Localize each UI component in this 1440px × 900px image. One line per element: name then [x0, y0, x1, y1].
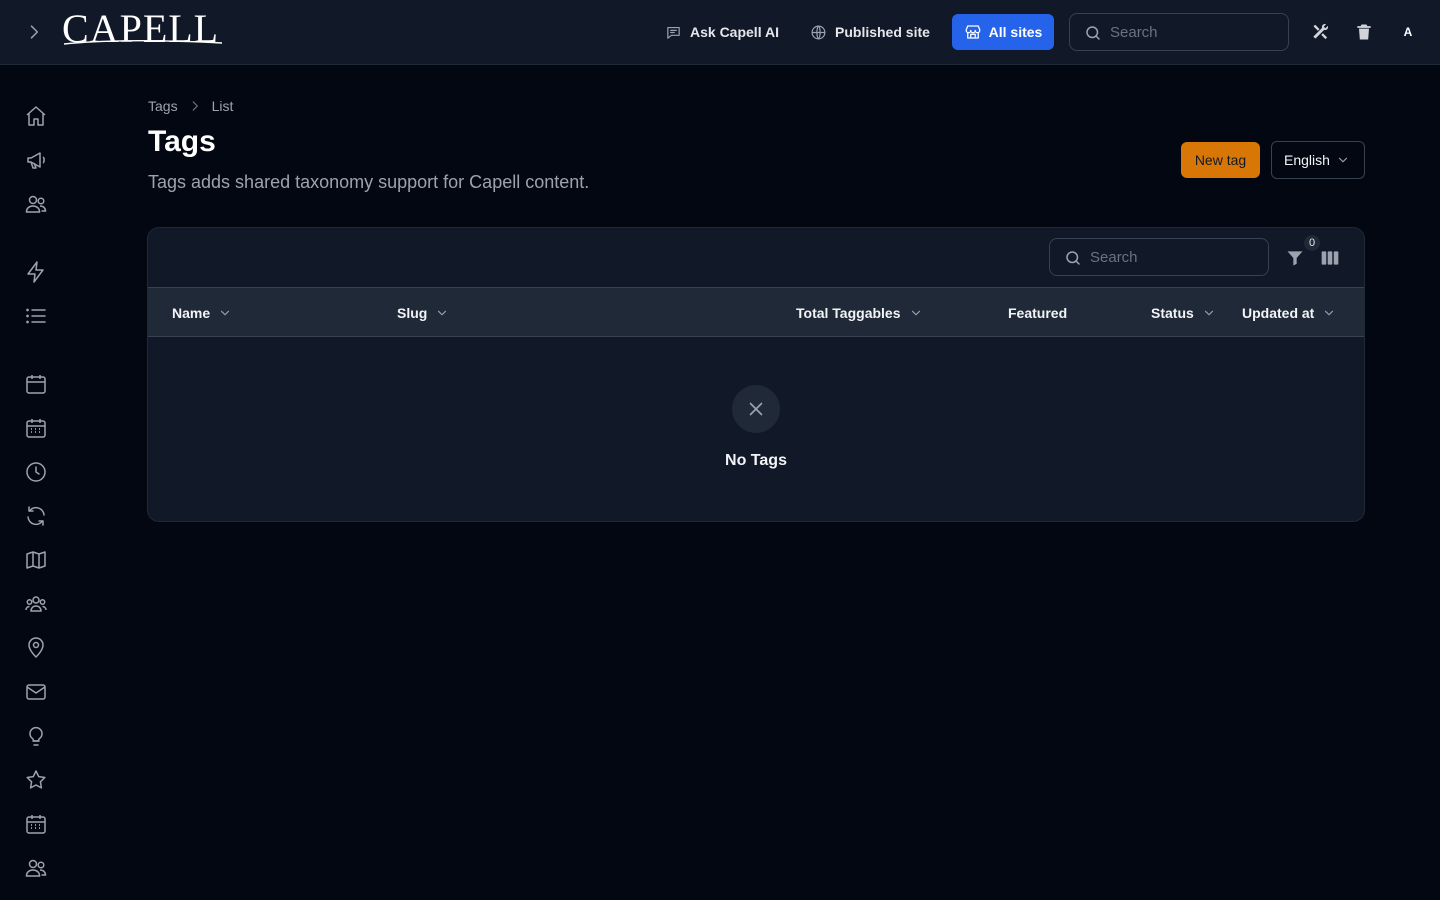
close-icon — [749, 402, 763, 416]
column-header-label: Updated at — [1242, 305, 1315, 321]
table-header: Name Slug Total Taggables Featured Statu… — [148, 287, 1364, 337]
chevron-down-icon — [911, 310, 920, 316]
megaphone-icon[interactable] — [24, 148, 48, 172]
new-tag-button[interactable]: New tag — [1181, 142, 1260, 178]
empty-state-icon — [732, 385, 780, 433]
map-pin-icon[interactable] — [24, 636, 48, 660]
clock-icon[interactable] — [24, 460, 48, 484]
tools-icon[interactable] — [1310, 22, 1330, 42]
avatar[interactable]: A — [1396, 20, 1420, 44]
ask-ai-link[interactable]: Ask Capell AI — [665, 20, 779, 44]
expand-sidebar-icon[interactable] — [24, 22, 44, 42]
column-header-label: Name — [172, 305, 211, 321]
top-bar: CAPELL Ask Capell AI Published site All … — [0, 0, 1440, 65]
table-search[interactable] — [1049, 238, 1269, 276]
column-header-slug[interactable]: Slug — [397, 304, 449, 322]
breadcrumb-item-tags[interactable]: Tags — [148, 98, 178, 114]
map-icon[interactable] — [24, 548, 48, 572]
chevron-down-icon — [1338, 157, 1348, 163]
language-select[interactable]: English — [1271, 141, 1365, 179]
column-header-status[interactable]: Status — [1151, 304, 1216, 322]
filter-icon[interactable] — [1285, 248, 1305, 268]
column-header-label: Slug — [397, 305, 428, 321]
column-header-name[interactable]: Name — [172, 304, 232, 322]
column-header-featured: Featured — [1008, 304, 1067, 322]
list-icon[interactable] — [24, 304, 48, 328]
global-search[interactable] — [1069, 13, 1289, 51]
calendar-icon[interactable] — [24, 372, 48, 396]
bolt-icon[interactable] — [24, 260, 48, 284]
refresh-icon[interactable] — [24, 504, 48, 528]
columns-icon[interactable] — [1320, 248, 1340, 268]
chevron-right-icon — [192, 101, 198, 111]
filter-count-badge: 0 — [1304, 235, 1320, 251]
breadcrumb-item-list: List — [211, 98, 234, 114]
users-icon[interactable] — [24, 856, 48, 880]
sidebar — [0, 65, 72, 900]
empty-state-text: No Tags — [725, 452, 787, 469]
published-site-link[interactable]: Published site — [810, 20, 930, 44]
users-icon[interactable] — [24, 192, 48, 216]
all-sites-label: All sites — [988, 24, 1043, 40]
breadcrumb: Tags List — [148, 97, 233, 115]
column-header-label: Status — [1151, 305, 1194, 321]
user-group-icon[interactable] — [24, 592, 48, 616]
star-icon[interactable] — [24, 768, 48, 792]
globe-icon — [811, 25, 826, 39]
chevron-down-icon — [1325, 310, 1334, 316]
building-storefront-icon — [965, 25, 981, 39]
global-search-input[interactable] — [1110, 14, 1280, 50]
column-header-label: Total Taggables — [796, 305, 901, 321]
calendar-days-icon[interactable] — [24, 812, 48, 836]
calendar-days-icon[interactable] — [24, 416, 48, 440]
search-icon — [1086, 26, 1100, 40]
search-icon — [1066, 251, 1080, 265]
ask-ai-label: Ask Capell AI — [690, 24, 779, 40]
page-description: Tags adds shared taxonomy support for Ca… — [148, 172, 590, 192]
chevron-down-icon — [221, 310, 230, 316]
table-search-input[interactable] — [1090, 239, 1260, 275]
page-title: Tags — [148, 125, 216, 158]
chevron-down-icon — [1204, 310, 1213, 316]
light-bulb-icon[interactable] — [24, 724, 48, 748]
column-header-updated-at[interactable]: Updated at — [1242, 304, 1336, 322]
home-icon[interactable] — [24, 104, 48, 128]
language-select-value: English — [1284, 152, 1330, 168]
column-header-total-taggables[interactable]: Total Taggables — [796, 304, 923, 322]
published-site-label: Published site — [835, 24, 930, 40]
chevron-down-icon — [438, 310, 447, 316]
tags-table: 0 Name Slug Total Taggables Featured Sta… — [147, 227, 1365, 522]
column-header-label: Featured — [1008, 305, 1068, 321]
logo[interactable]: CAPELL — [62, 9, 219, 49]
chat-bubble-icon — [667, 26, 680, 39]
trash-icon[interactable] — [1354, 22, 1374, 42]
envelope-icon[interactable] — [24, 680, 48, 704]
all-sites-button[interactable]: All sites — [952, 14, 1054, 50]
